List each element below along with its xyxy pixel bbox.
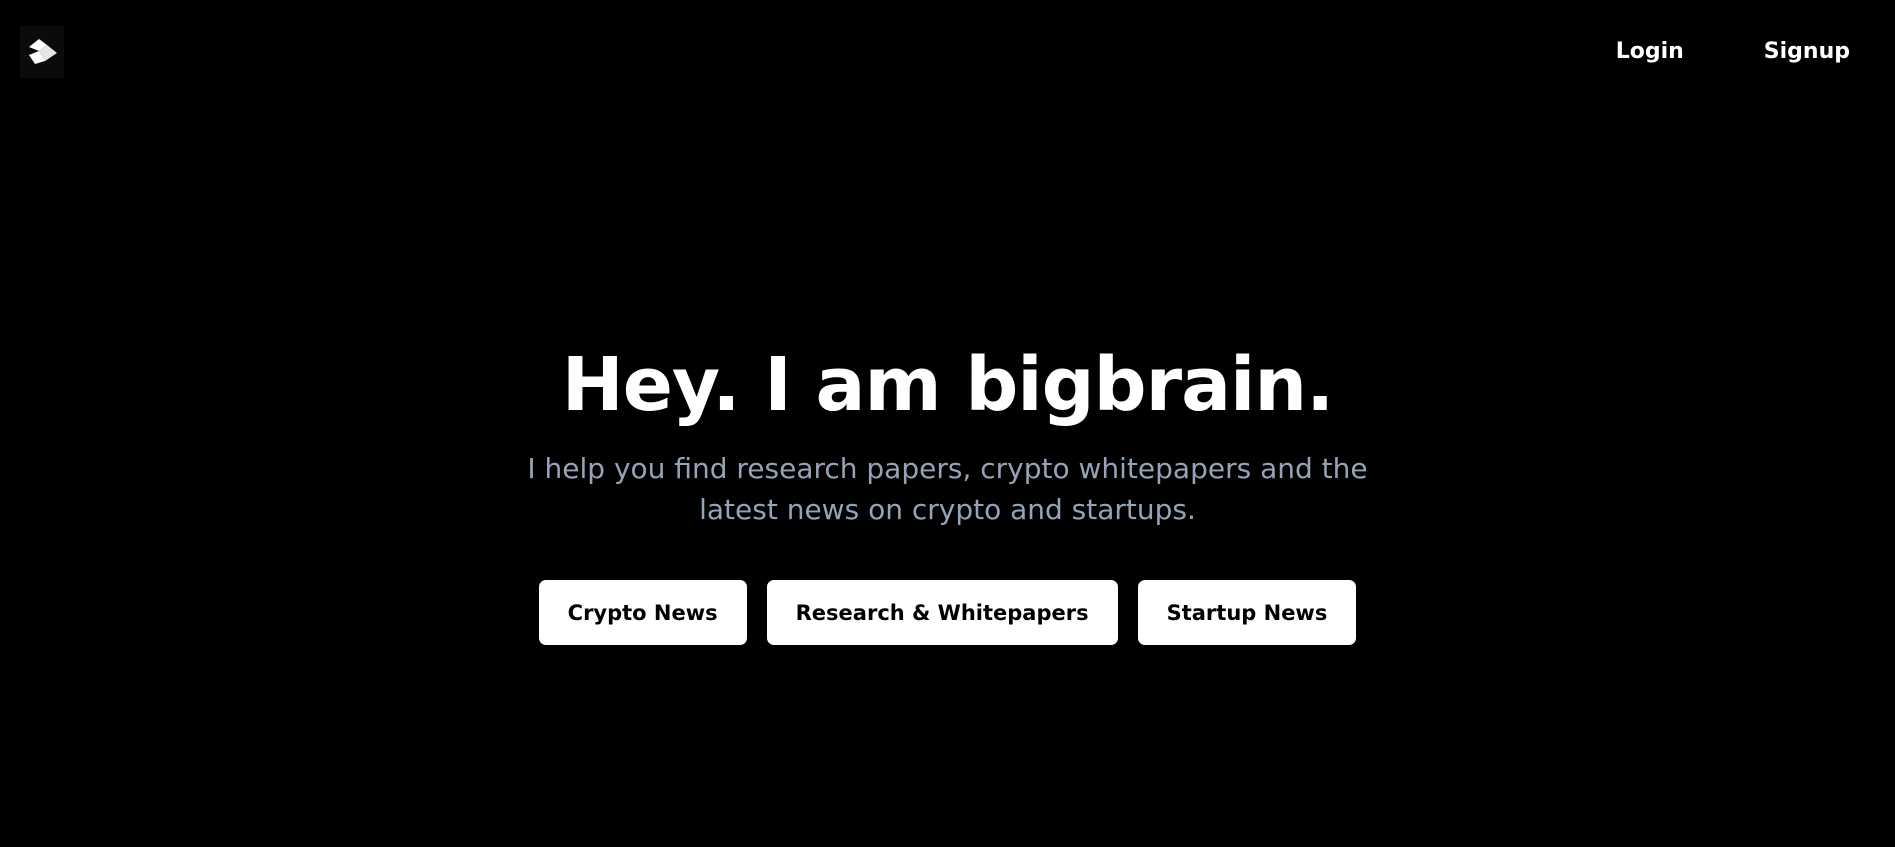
- landing-page: Login Signup Hey. I am bigbrain. I help …: [0, 0, 1895, 847]
- hero-subtitle: I help you find research papers, crypto …: [527, 452, 1368, 526]
- logo-mark: [29, 39, 57, 64]
- login-link[interactable]: Login: [1616, 36, 1684, 68]
- research-whitepapers-button[interactable]: Research & Whitepapers: [766, 580, 1118, 645]
- category-buttons: Crypto News Research & Whitepapers Start…: [0, 580, 1895, 645]
- top-nav: Login Signup: [1616, 36, 1850, 68]
- page-title: Hey. I am bigbrain.: [561, 342, 1334, 428]
- crypto-news-button[interactable]: Crypto News: [538, 580, 747, 645]
- signup-link[interactable]: Signup: [1764, 36, 1850, 68]
- hero-section: Hey. I am bigbrain. I help you find rese…: [0, 340, 1895, 645]
- brain-logo-icon[interactable]: [20, 26, 64, 78]
- startup-news-button[interactable]: Startup News: [1137, 580, 1357, 645]
